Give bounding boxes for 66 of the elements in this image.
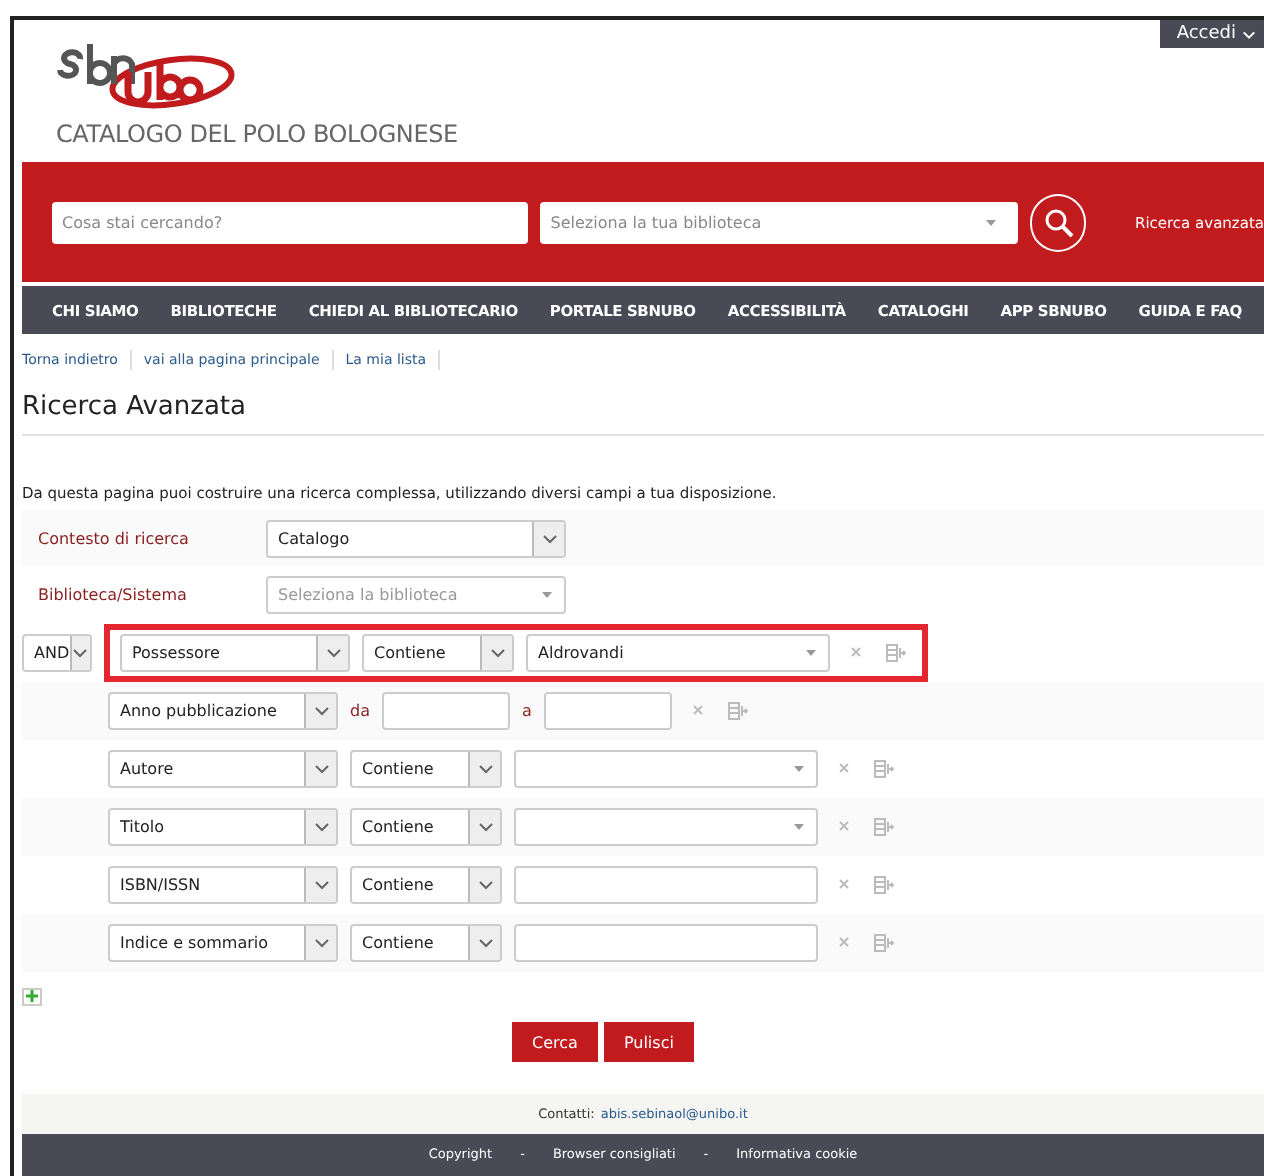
field-select[interactable]: Possessore — [120, 633, 350, 672]
operator-select[interactable]: Contiene — [350, 865, 502, 904]
caret-icon — [477, 821, 493, 832]
value-field[interactable] — [514, 749, 818, 788]
caret-icon — [72, 647, 89, 658]
context-label: Contesto di ricerca — [36, 529, 191, 548]
caret-icon — [313, 879, 329, 890]
caret-icon — [1242, 29, 1256, 39]
field-select[interactable]: Titolo — [108, 807, 338, 846]
form-button[interactable]: Pulisci — [603, 1022, 694, 1063]
to-label: a — [521, 701, 532, 720]
caret-icon — [477, 763, 493, 774]
to-field[interactable] — [543, 691, 672, 730]
library-select[interactable]: Seleziona la tua biblioteca — [540, 201, 1018, 244]
value-field[interactable] — [514, 807, 818, 846]
close-icon[interactable] — [838, 936, 850, 949]
close-icon[interactable] — [691, 704, 704, 717]
value-field[interactable] — [514, 923, 818, 962]
form-button[interactable]: Cerca — [512, 1022, 598, 1063]
caret-icon — [985, 219, 996, 226]
field-select[interactable]: Autore — [108, 749, 338, 788]
caret-icon — [489, 647, 505, 658]
operator-select[interactable]: Contiene — [350, 923, 502, 962]
columns-icon[interactable] — [874, 875, 894, 894]
login-menu[interactable]: Accedi — [1160, 20, 1264, 48]
caret-icon — [313, 937, 329, 948]
caret-icon — [325, 647, 341, 658]
caret-icon — [794, 823, 804, 830]
operator-select[interactable]: Contiene — [350, 807, 502, 846]
close-icon[interactable] — [838, 762, 850, 775]
caret-icon — [794, 765, 804, 772]
from-field[interactable] — [381, 691, 510, 730]
library-label: Biblioteca/Sistema — [36, 586, 189, 605]
field-select[interactable]: Indice e sommario — [108, 923, 338, 962]
search-icon — [1043, 207, 1074, 238]
caret-icon — [541, 533, 557, 544]
search-field[interactable]: Cosa stai cercando? — [52, 201, 529, 244]
columns-icon[interactable] — [874, 933, 894, 952]
close-icon[interactable] — [838, 878, 850, 891]
caret-icon — [477, 879, 493, 890]
connector-select[interactable]: AND — [22, 633, 92, 672]
close-icon[interactable] — [850, 646, 862, 659]
operator-select[interactable]: Contiene — [350, 749, 502, 788]
add-row-button[interactable] — [22, 987, 42, 1007]
value-field[interactable] — [514, 865, 818, 904]
caret-icon — [477, 937, 493, 948]
columns-icon[interactable] — [874, 759, 894, 778]
operator-select[interactable]: Contiene — [362, 633, 514, 672]
columns-icon[interactable] — [727, 701, 748, 720]
field-select[interactable]: ISBN/ISSN — [108, 865, 338, 904]
caret-icon — [806, 649, 816, 656]
caret-icon — [313, 821, 329, 832]
from-label: da — [350, 701, 370, 720]
columns-icon[interactable] — [874, 817, 894, 836]
context-select[interactable]: Catalogo — [266, 519, 566, 558]
search-button[interactable] — [1029, 193, 1087, 252]
field-select[interactable]: Anno pubblicazione — [108, 691, 338, 730]
caret-icon — [313, 705, 329, 716]
caret-icon — [313, 763, 329, 774]
close-icon[interactable] — [838, 820, 850, 833]
page-title: Ricerca Avanzata — [22, 384, 1264, 437]
catalog-subtitle: CATALOGO DEL POLO BOLOGNESE — [56, 120, 460, 148]
value-field[interactable]: Aldrovandi — [526, 633, 830, 672]
plus-icon — [26, 990, 38, 1003]
columns-icon[interactable] — [886, 643, 906, 662]
caret-icon — [542, 592, 552, 599]
